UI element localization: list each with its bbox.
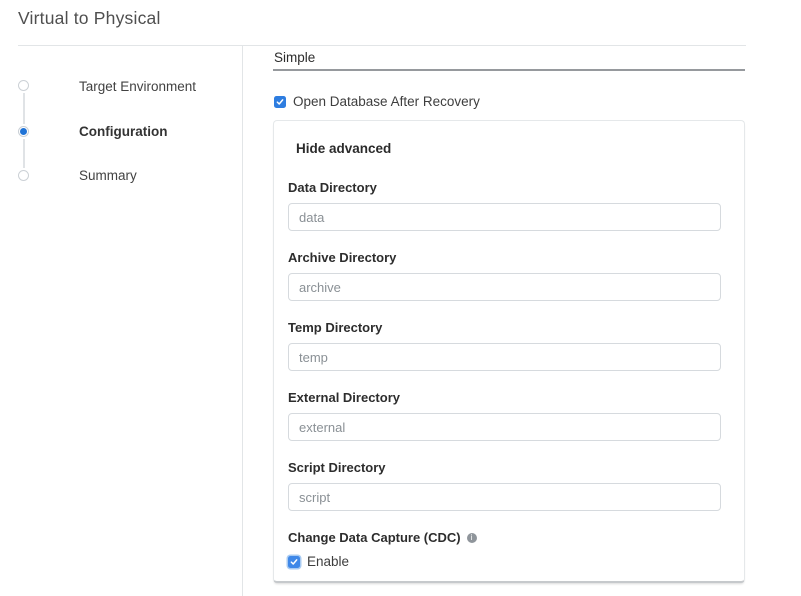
step-circle-active-icon bbox=[18, 126, 29, 137]
checkmark-icon bbox=[276, 98, 284, 106]
field-script-directory: Script Directory bbox=[288, 460, 721, 511]
external-directory-label: External Directory bbox=[288, 390, 721, 405]
stepper-connector bbox=[23, 93, 25, 124]
stepper-connector bbox=[23, 139, 25, 168]
external-directory-input[interactable] bbox=[288, 413, 721, 441]
step-circle-icon bbox=[18, 170, 29, 181]
stepper-item-configuration[interactable]: Configuration bbox=[79, 124, 167, 139]
script-directory-label: Script Directory bbox=[288, 460, 721, 475]
hide-advanced-toggle[interactable]: Hide advanced bbox=[296, 141, 391, 156]
temp-directory-input[interactable] bbox=[288, 343, 721, 371]
archive-directory-input[interactable] bbox=[288, 273, 721, 301]
field-data-directory: Data Directory bbox=[288, 180, 721, 231]
recovery-model-value: Simple bbox=[274, 50, 315, 65]
recovery-model-select[interactable]: Simple bbox=[273, 45, 745, 71]
virtual-to-physical-wizard: Virtual to Physical Target Environment C… bbox=[0, 0, 801, 596]
data-directory-input[interactable] bbox=[288, 203, 721, 231]
advanced-settings-panel: Hide advanced Data Directory Archive Dir… bbox=[273, 120, 745, 583]
open-database-checkbox[interactable] bbox=[274, 96, 286, 108]
page-title: Virtual to Physical bbox=[18, 8, 161, 29]
data-directory-label: Data Directory bbox=[288, 180, 721, 195]
stepper-item-target-environment[interactable]: Target Environment bbox=[79, 79, 196, 94]
stepper-item-summary[interactable]: Summary bbox=[79, 168, 137, 183]
script-directory-input[interactable] bbox=[288, 483, 721, 511]
cdc-label: Change Data Capture (CDC) bbox=[288, 530, 461, 545]
cdc-section: Change Data Capture (CDC) i Enable bbox=[288, 530, 721, 569]
field-archive-directory: Archive Directory bbox=[288, 250, 721, 301]
open-database-checkbox-row: Open Database After Recovery bbox=[274, 94, 480, 109]
cdc-enable-label: Enable bbox=[307, 554, 349, 569]
archive-directory-label: Archive Directory bbox=[288, 250, 721, 265]
step-circle-icon bbox=[18, 80, 29, 91]
sidebar-divider bbox=[242, 45, 243, 596]
field-temp-directory: Temp Directory bbox=[288, 320, 721, 371]
cdc-enable-checkbox[interactable] bbox=[288, 556, 300, 568]
field-external-directory: External Directory bbox=[288, 390, 721, 441]
open-database-label: Open Database After Recovery bbox=[293, 94, 480, 109]
info-icon[interactable]: i bbox=[467, 533, 477, 543]
temp-directory-label: Temp Directory bbox=[288, 320, 721, 335]
cdc-enable-row: Enable bbox=[288, 554, 721, 569]
checkmark-icon bbox=[290, 558, 298, 566]
